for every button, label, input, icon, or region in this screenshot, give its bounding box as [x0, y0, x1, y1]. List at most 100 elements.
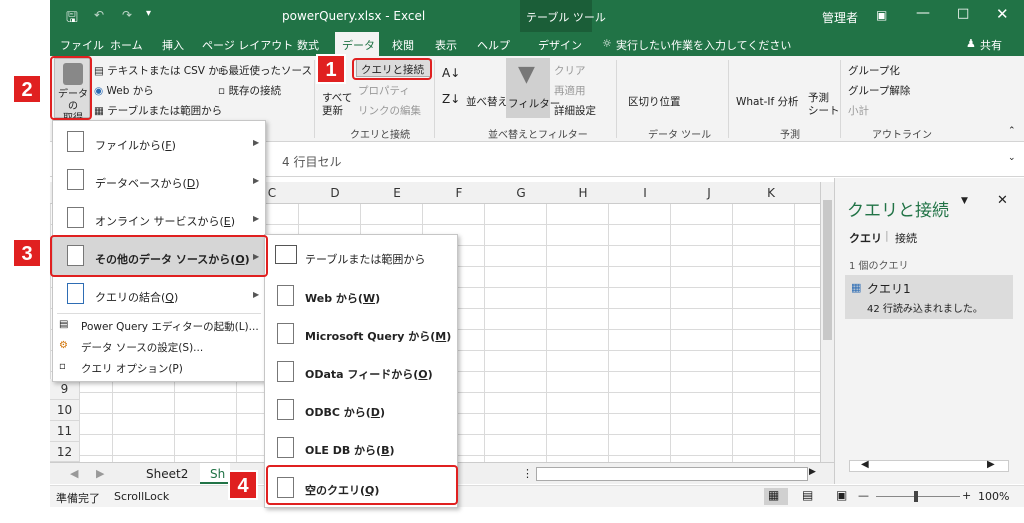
menu-item-online-services[interactable]: オンライン サービスから(E)	[95, 213, 235, 229]
column-header[interactable]: J	[678, 182, 740, 204]
menu-item-from-file[interactable]: ファイルから(F)	[95, 137, 176, 153]
pane-options-icon[interactable]: ▼	[961, 196, 968, 206]
submenu-item-from-table[interactable]: テーブルまたは範囲から	[305, 251, 425, 267]
collapse-ribbon-icon[interactable]: ⌃	[1008, 126, 1016, 136]
from-table-button[interactable]: ▦ テーブルまたは範囲から	[94, 103, 222, 118]
formula-input[interactable]: 4 行目セル	[282, 153, 341, 170]
zoom-slider[interactable]	[876, 496, 960, 497]
share-button[interactable]: 共有	[980, 37, 1002, 53]
what-if-button[interactable]: What-If 分析	[736, 94, 799, 109]
tab-file[interactable]: ファイル	[60, 37, 104, 53]
row-header[interactable]: 9	[50, 379, 80, 400]
pane-tab-connections[interactable]: 接続	[895, 230, 917, 246]
filter-button[interactable]: ▼ フィルター	[506, 58, 560, 118]
customize-qat-icon[interactable]: ▾	[146, 8, 151, 19]
sheet-more-icon[interactable]: ⋮	[522, 467, 533, 480]
submenu-arrow-icon: ▶	[253, 290, 260, 299]
row-header[interactable]: 10	[50, 400, 80, 421]
forecast-sheet-button[interactable]: 予測 シート	[808, 92, 840, 118]
existing-connections-button[interactable]: ▫ 既存の接続	[218, 83, 281, 98]
page-break-view-icon[interactable]: ▣	[836, 488, 847, 502]
group-button[interactable]: グループ化	[848, 63, 900, 78]
column-header[interactable]: I	[614, 182, 676, 204]
tab-design[interactable]: デザイン	[538, 37, 582, 53]
submenu-arrow-icon: ▶	[253, 214, 260, 223]
from-web-button[interactable]: ◉ Web から	[94, 83, 154, 98]
clear-button[interactable]: クリア	[554, 63, 586, 78]
menu-item-launch-pq-editor[interactable]: Power Query エディターの起動(L)...	[81, 319, 259, 334]
page-layout-view-icon[interactable]: ▤	[802, 488, 813, 502]
expand-formula-icon[interactable]: ⌄	[1008, 153, 1016, 163]
text-to-columns-button[interactable]: 区切り位置	[628, 94, 681, 109]
properties-button[interactable]: プロパティ	[358, 83, 410, 98]
ungroup-button[interactable]: グループ解除	[848, 83, 910, 98]
minimize-icon[interactable]: —	[916, 5, 930, 21]
scroll-right-icon[interactable]: ▶	[809, 467, 816, 477]
menu-item-combine-queries[interactable]: クエリの結合(Q)	[95, 289, 178, 305]
undo-icon[interactable]: ↶	[94, 8, 104, 22]
column-header[interactable]: D	[304, 182, 366, 204]
step-badge-1: 1	[316, 54, 346, 84]
prev-sheet-icon[interactable]: ◀	[70, 467, 78, 480]
menu-item-data-source-settings[interactable]: データ ソースの設定(S)...	[81, 340, 203, 355]
submenu-item-from-web[interactable]: Web から(W)	[305, 290, 380, 306]
user-name[interactable]: 管理者	[822, 9, 858, 26]
sort-button[interactable]: 並べ替え	[466, 94, 508, 109]
save-icon[interactable]: 🖫	[66, 7, 78, 31]
tab-review[interactable]: 校閲	[392, 37, 414, 53]
submenu-item-odata[interactable]: OData フィードから(O)	[305, 366, 433, 382]
tab-page-layout[interactable]: ページ レイアウト	[202, 37, 293, 53]
edit-links-button[interactable]: リンクの編集	[358, 103, 421, 118]
redo-icon[interactable]: ↷	[122, 8, 132, 22]
close-icon[interactable]: ✕	[996, 5, 1009, 23]
tab-help[interactable]: ヘルプ	[477, 37, 510, 53]
row-header[interactable]: 12	[50, 442, 80, 462]
pane-scroll-left-icon[interactable]: ◀	[861, 459, 869, 470]
submenu-item-odbc[interactable]: ODBC から(D)	[305, 404, 385, 420]
menu-end: )	[389, 444, 395, 457]
zoom-level[interactable]: 100%	[978, 490, 1009, 503]
tell-me-box[interactable]: 実行したい作業を入力してください	[616, 37, 791, 53]
menu-item-from-database[interactable]: データベースから(D)	[95, 175, 200, 191]
submenu-item-oledb[interactable]: OLE DB から(B)	[305, 442, 395, 458]
column-header[interactable]: G	[490, 182, 552, 204]
refresh-all-button[interactable]: すべて 更新	[322, 92, 352, 118]
zoom-in-icon[interactable]: +	[962, 489, 971, 502]
text-csv-button[interactable]: ▤ テキストまたは CSV から	[94, 63, 229, 78]
column-header[interactable]: E	[366, 182, 428, 204]
pane-scroll-right-icon[interactable]: ▶	[987, 459, 995, 470]
tab-data[interactable]: データ	[342, 37, 375, 53]
subtotal-button[interactable]: 小計	[848, 103, 869, 118]
recent-sources-button[interactable]: ▫ 最近使ったソース	[218, 63, 312, 78]
query-item[interactable]: ▦ クエリ1 42 行読み込まれました。	[845, 275, 1013, 319]
vertical-scrollbar[interactable]	[820, 182, 834, 462]
zoom-thumb[interactable]	[914, 491, 918, 502]
scroll-thumb[interactable]	[823, 200, 832, 340]
submenu-item-ms-query[interactable]: Microsoft Query から(M)	[305, 328, 451, 344]
pane-hscrollbar[interactable]	[849, 460, 1009, 472]
maximize-icon[interactable]: □	[957, 6, 969, 21]
tab-insert[interactable]: 挿入	[162, 37, 184, 53]
tab-view[interactable]: 表示	[435, 37, 457, 53]
column-header[interactable]: K	[740, 182, 802, 204]
sheet-tab[interactable]: Sheet2	[146, 467, 188, 481]
tab-home[interactable]: ホーム	[110, 37, 143, 53]
next-sheet-icon[interactable]: ▶	[96, 467, 104, 480]
ribbon-display-icon[interactable]: ▣	[876, 8, 887, 22]
sort-za-icon[interactable]: Z↓	[442, 92, 460, 106]
row-header[interactable]: 11	[50, 421, 80, 442]
normal-view-icon[interactable]: ▦	[768, 488, 779, 502]
column-header[interactable]: H	[552, 182, 614, 204]
pane-close-icon[interactable]: ✕	[997, 193, 1008, 208]
sheet-tab-active[interactable]: Sh	[210, 467, 225, 481]
advanced-button[interactable]: 詳細設定	[554, 103, 596, 118]
menu-label: Microsoft Query から(	[305, 330, 436, 343]
zoom-out-icon[interactable]: —	[858, 489, 869, 502]
pane-tab-queries[interactable]: クエリ	[849, 230, 882, 246]
sort-az-icon[interactable]: A↓	[442, 66, 460, 80]
reapply-button[interactable]: 再適用	[554, 83, 586, 98]
column-header[interactable]: F	[428, 182, 490, 204]
horizontal-scrollbar[interactable]	[536, 467, 808, 481]
menu-item-query-options[interactable]: クエリ オプション(P)	[81, 361, 183, 376]
tab-formulas[interactable]: 数式	[297, 37, 319, 53]
